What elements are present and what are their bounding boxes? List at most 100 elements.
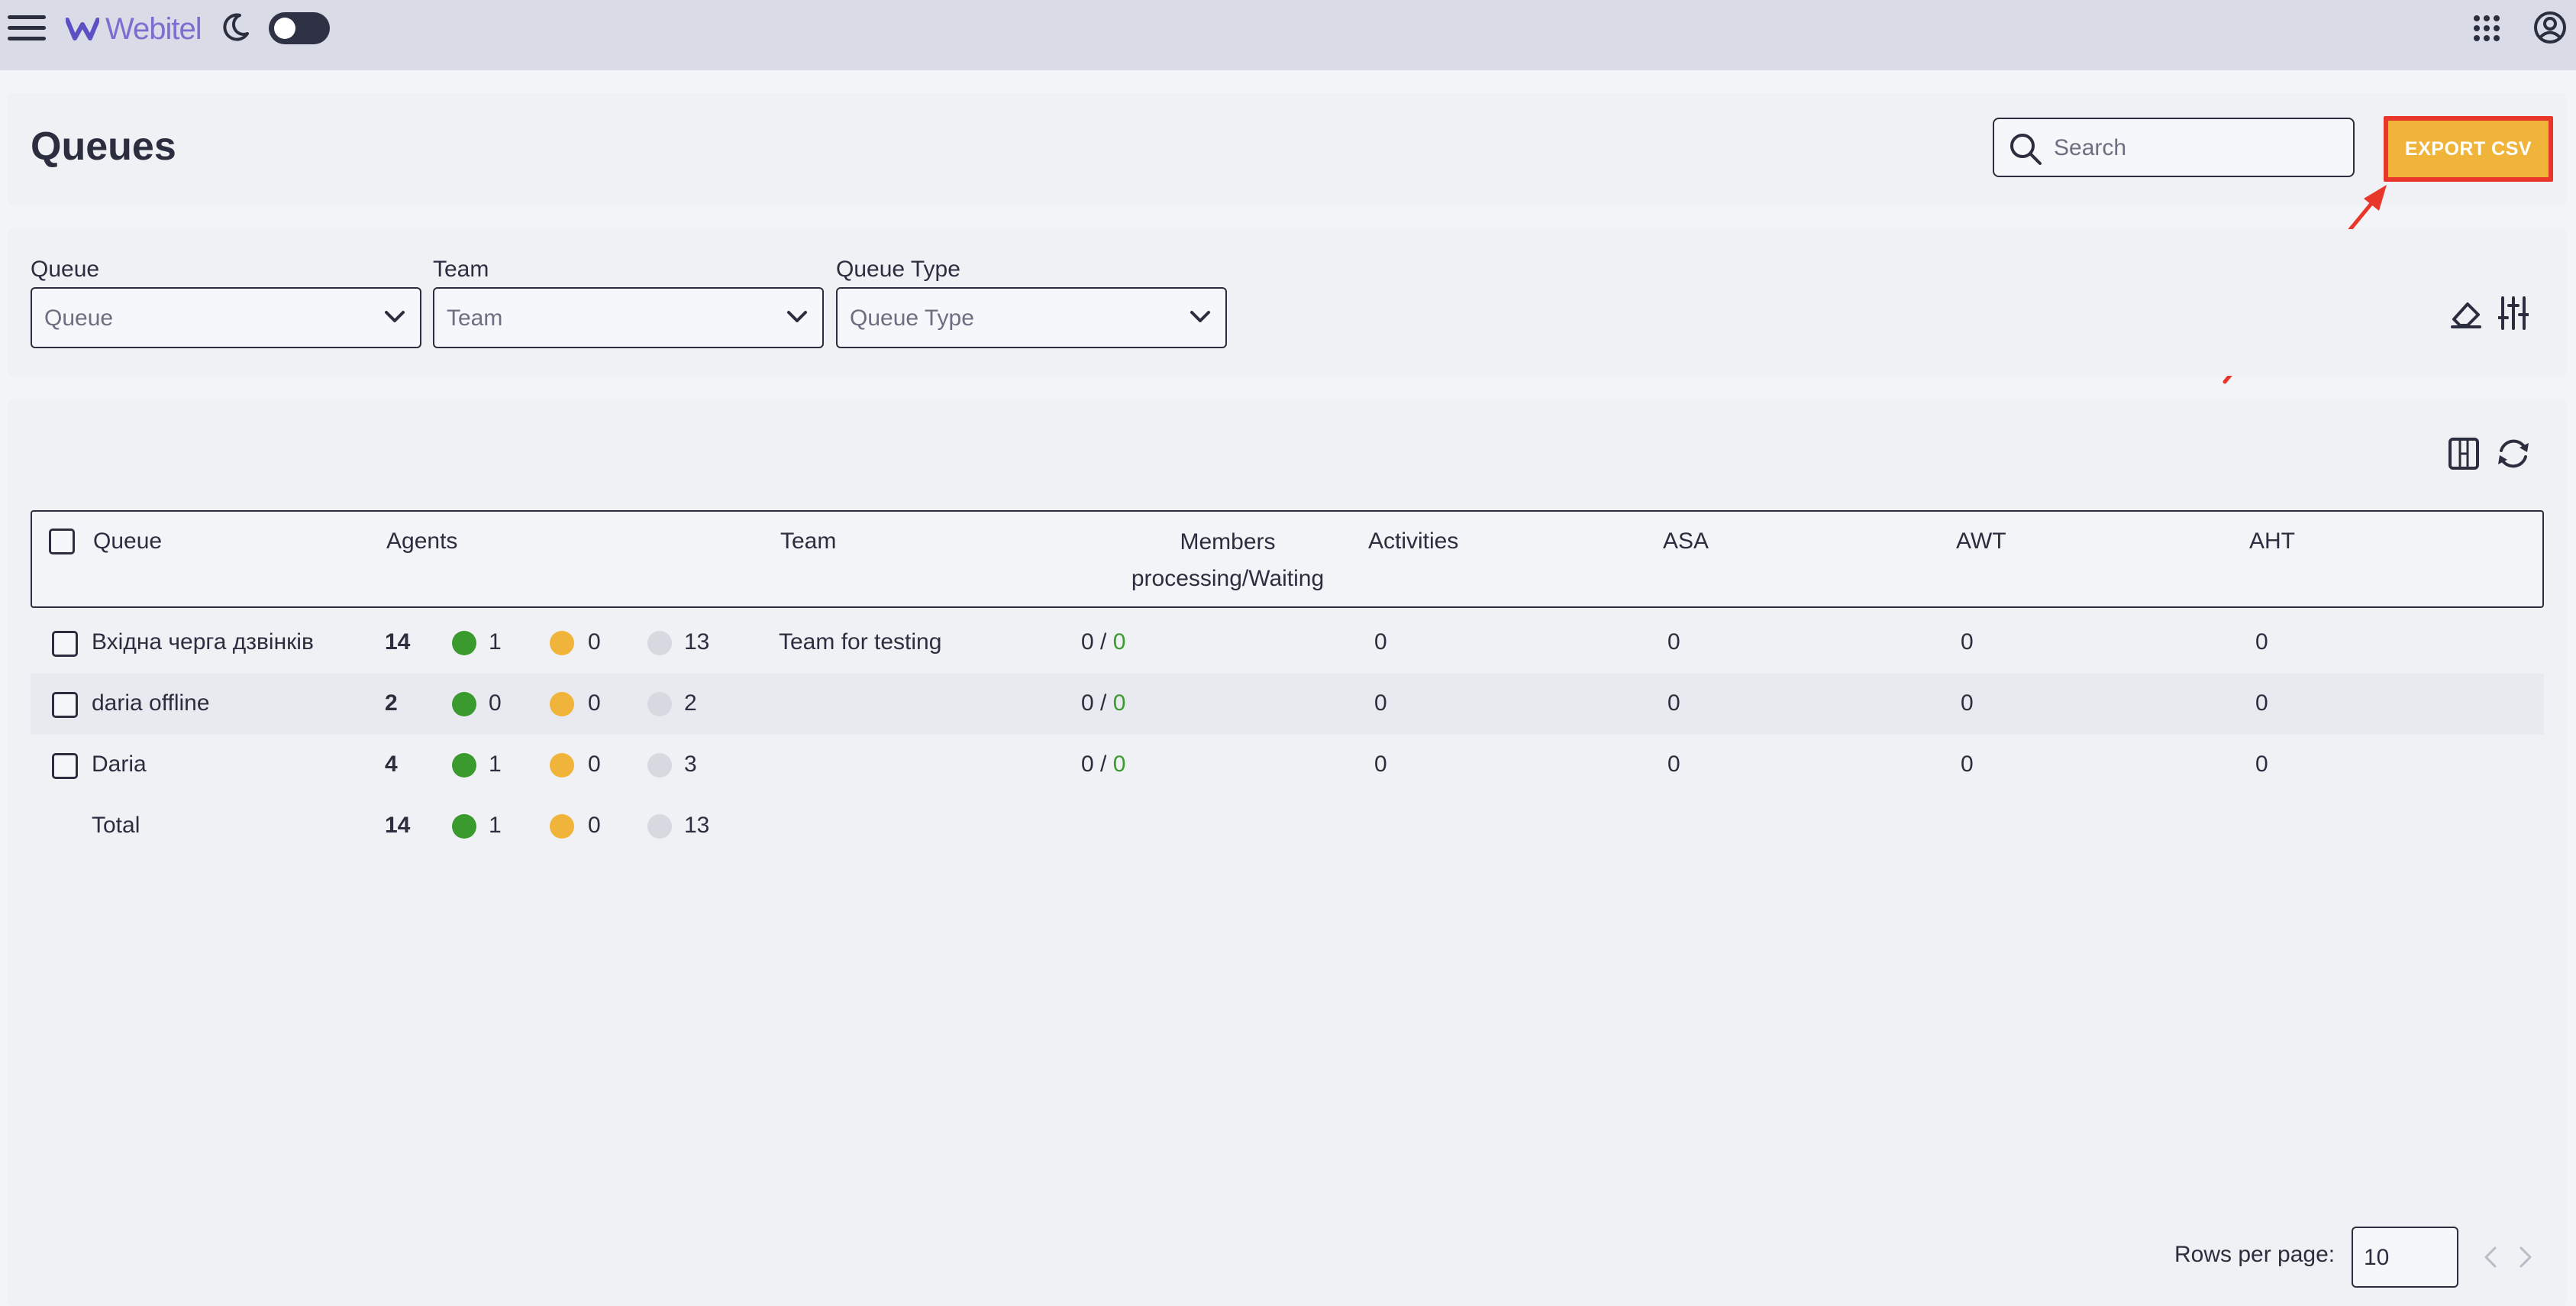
column-header-aht[interactable]: AHT: [2249, 529, 2295, 554]
logo-icon: [66, 18, 99, 40]
agents-pause: 0: [588, 629, 601, 655]
agents-pause: 0: [588, 752, 601, 777]
queue-select-placeholder: Queue: [44, 305, 114, 331]
online-status-dot: [452, 692, 476, 716]
pause-status-dot: [550, 692, 574, 716]
queue-type-select-placeholder: Queue Type: [850, 305, 974, 331]
queue-type-filter-label: Queue Type: [836, 257, 960, 282]
online-status-dot: [452, 753, 476, 777]
members-processing-waiting: 0 / 0: [1081, 752, 1125, 777]
chevron-down-icon: [385, 311, 405, 322]
online-status-dot: [452, 631, 476, 655]
activities-value: 0: [1374, 690, 1387, 716]
apps-grid-icon[interactable]: [2472, 14, 2501, 43]
column-header-queue[interactable]: Queue: [93, 529, 162, 554]
clear-filters-icon[interactable]: [2449, 299, 2483, 330]
offline-status-dot: [647, 631, 672, 655]
team-select[interactable]: Team: [433, 287, 824, 348]
rows-per-page-value: 10: [2364, 1245, 2390, 1270]
members-waiting: 0: [1112, 752, 1126, 777]
row-checkbox[interactable]: [52, 692, 78, 718]
members-processing: 0 /: [1081, 629, 1107, 655]
table-row[interactable]: daria offline 2 0 0 2 0 / 0 0 0 0 0: [31, 674, 2544, 735]
search-input[interactable]: [2052, 130, 2345, 166]
asa-value: 0: [1667, 629, 1680, 655]
total-pause: 0: [588, 813, 601, 838]
column-select-icon[interactable]: [2448, 437, 2480, 470]
members-waiting: 0: [1112, 629, 1126, 655]
asa-value: 0: [1667, 752, 1680, 777]
top-bar: Webitel: [0, 0, 2576, 70]
agents-online: 0: [489, 690, 502, 716]
team-select-placeholder: Team: [447, 305, 503, 331]
chevron-right-icon[interactable]: [2516, 1245, 2535, 1269]
total-online: 1: [489, 813, 502, 838]
chevron-down-icon: [1190, 311, 1210, 322]
search-field[interactable]: [1993, 118, 2355, 177]
team-name: Team for testing: [779, 629, 942, 655]
account-icon[interactable]: [2533, 11, 2567, 44]
total-offline: 13: [684, 813, 710, 838]
asa-value: 0: [1667, 690, 1680, 716]
agents-offline: 3: [684, 752, 697, 777]
menu-icon[interactable]: [8, 11, 47, 44]
refresh-icon[interactable]: [2495, 435, 2532, 472]
logo-text: Webitel: [105, 11, 202, 46]
rows-per-page-input[interactable]: 10: [2352, 1227, 2458, 1288]
agents-total: 2: [385, 690, 398, 716]
chevron-left-icon[interactable]: [2481, 1245, 2500, 1269]
awt-value: 0: [1961, 629, 1974, 655]
agents-offline: 2: [684, 690, 697, 716]
dark-mode-toggle[interactable]: [269, 12, 330, 44]
rows-per-page-label: Rows per page:: [2174, 1242, 2336, 1267]
agents-online: 1: [489, 752, 502, 777]
members-processing-waiting: 0 / 0: [1081, 629, 1125, 655]
queue-filter-label: Queue: [31, 257, 100, 282]
queue-name[interactable]: Daria: [92, 752, 147, 777]
agents-total: 14: [385, 629, 411, 655]
queue-name[interactable]: daria offline: [92, 690, 210, 716]
select-all-checkbox[interactable]: [49, 529, 75, 554]
offline-status-dot: [647, 814, 672, 839]
members-processing: 0 /: [1081, 690, 1107, 716]
queue-filter: Queue Queue: [31, 257, 421, 348]
table-header: Queue Agents Team Members processing/Wai…: [31, 510, 2544, 608]
members-waiting: 0: [1112, 690, 1126, 716]
pause-status-dot: [550, 631, 574, 655]
queue-select[interactable]: Queue: [31, 287, 421, 348]
queue-type-select[interactable]: Queue Type: [836, 287, 1227, 348]
table-row[interactable]: Вхідна черга дзвінків 14 1 0 13 Team for…: [31, 613, 2544, 674]
header-card: Queues EXPORT CSV: [8, 93, 2567, 205]
queue-name[interactable]: Вхідна черга дзвінків: [92, 629, 314, 655]
members-processing: 0 /: [1081, 752, 1107, 777]
column-header-agents[interactable]: Agents: [386, 529, 457, 554]
column-header-awt[interactable]: AWT: [1956, 529, 2006, 554]
team-filter: Team Team: [433, 257, 824, 348]
awt-value: 0: [1961, 752, 1974, 777]
filter-settings-icon[interactable]: [2498, 296, 2529, 330]
chevron-down-icon: [787, 311, 807, 322]
row-checkbox[interactable]: [52, 631, 78, 657]
column-header-members[interactable]: Members processing/Waiting: [1086, 524, 1370, 597]
page-title: Queues: [31, 124, 176, 169]
logo[interactable]: Webitel: [66, 8, 202, 50]
pause-status-dot: [550, 814, 574, 839]
column-header-team[interactable]: Team: [780, 529, 836, 554]
filters-card: Queue Queue Team Team Queue Type Queue T…: [8, 229, 2567, 376]
table-row[interactable]: Daria 4 1 0 3 0 / 0 0 0 0 0: [31, 735, 2544, 796]
aht-value: 0: [2255, 629, 2268, 655]
queue-type-filter: Queue Type Queue Type: [836, 257, 1227, 348]
column-header-activities[interactable]: Activities: [1368, 529, 1458, 554]
agents-total: 4: [385, 752, 398, 777]
search-icon: [2010, 134, 2042, 165]
table-card: Queue Agents Team Members processing/Wai…: [8, 400, 2567, 1306]
pause-status-dot: [550, 753, 574, 777]
offline-status-dot: [647, 753, 672, 777]
agents-offline: 13: [684, 629, 710, 655]
column-header-asa[interactable]: ASA: [1663, 529, 1709, 554]
aht-value: 0: [2255, 752, 2268, 777]
agents-online: 1: [489, 629, 502, 655]
total-agents: 14: [385, 813, 411, 838]
row-checkbox[interactable]: [52, 753, 78, 779]
export-csv-button[interactable]: EXPORT CSV: [2384, 116, 2553, 182]
